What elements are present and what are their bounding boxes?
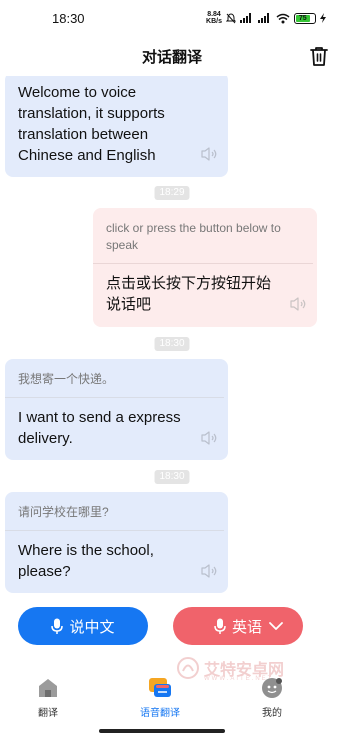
chevron-down-icon[interactable] xyxy=(269,621,283,631)
chat-list[interactable]: Welcome to voice translation, it support… xyxy=(0,76,344,596)
message-source: 请问学校在哪里? xyxy=(5,492,224,531)
trash-icon[interactable] xyxy=(308,45,330,67)
wifi-icon xyxy=(276,13,290,23)
message-source: click or press the button below to speak xyxy=(93,208,313,264)
status-bar: 18:30 8.84 KB/s 75 xyxy=(0,0,344,36)
home-indicator[interactable] xyxy=(99,729,225,733)
status-icons: 8.84 KB/s 75 xyxy=(206,11,326,25)
home-icon xyxy=(39,679,57,697)
message-translation: Where is the school, please? xyxy=(18,542,154,580)
timestamp: 18:30 xyxy=(154,337,190,351)
network-speed-value: 8.84 xyxy=(207,11,221,18)
nav-label-profile: 我的 xyxy=(262,708,282,719)
nav-item-translate[interactable]: 翻译 xyxy=(18,676,78,719)
speaker-icon[interactable] xyxy=(200,430,218,446)
message-bubble: click or press the button below to speak… xyxy=(93,208,317,327)
mute-icon xyxy=(226,12,236,23)
message-translation: Welcome to voice translation, it support… xyxy=(18,84,165,164)
profile-icon xyxy=(262,678,282,698)
message-bubble: Welcome to voice translation, it support… xyxy=(5,76,228,177)
message-translation: I want to send a express delivery. xyxy=(18,409,181,447)
network-speed: 8.84 KB/s xyxy=(206,11,222,25)
timestamp: 18:30 xyxy=(154,470,190,484)
network-speed-unit: KB/s xyxy=(206,18,222,25)
microphone-icon xyxy=(51,618,64,634)
speaker-icon[interactable] xyxy=(200,563,218,579)
page-title: 对话翻译 xyxy=(141,48,202,66)
nav-item-voice-translate[interactable]: 语音翻译 xyxy=(130,676,190,719)
battery-level: 75 xyxy=(296,14,310,22)
nav-label-translate: 翻译 xyxy=(38,708,58,719)
message-translation: 点击或长按下方按钮开始说话吧 xyxy=(106,275,272,313)
speak-chinese-button[interactable]: 说中文 xyxy=(18,607,148,645)
speak-chinese-label: 说中文 xyxy=(69,618,115,636)
nav-item-profile[interactable]: 我的 xyxy=(242,676,302,719)
microphone-icon xyxy=(214,618,226,634)
signal-icon xyxy=(240,13,251,23)
header: 对话翻译 xyxy=(0,36,344,76)
timestamp: 18:29 xyxy=(154,186,190,200)
signal-2-icon xyxy=(258,13,269,23)
message-source: 我想寄一个快递。 xyxy=(5,359,224,398)
bottom-nav: 翻译 语音翻译 我的 xyxy=(0,676,344,726)
speaker-icon[interactable] xyxy=(289,296,307,312)
message-bubble: 我想寄一个快递。 I want to send a express delive… xyxy=(5,359,228,460)
charging-icon xyxy=(320,13,326,23)
battery-icon: 75 xyxy=(294,12,316,24)
status-time: 18:30 xyxy=(52,10,85,26)
speak-english-label: 英语 xyxy=(231,618,262,636)
speaker-icon[interactable] xyxy=(200,146,218,162)
speak-english-button[interactable]: 英语 xyxy=(173,607,303,645)
message-bubble: 请问学校在哪里? Where is the school, please? xyxy=(5,492,228,593)
nav-label-voice-translate: 语音翻译 xyxy=(140,708,180,719)
voice-translate-icon xyxy=(149,678,171,697)
